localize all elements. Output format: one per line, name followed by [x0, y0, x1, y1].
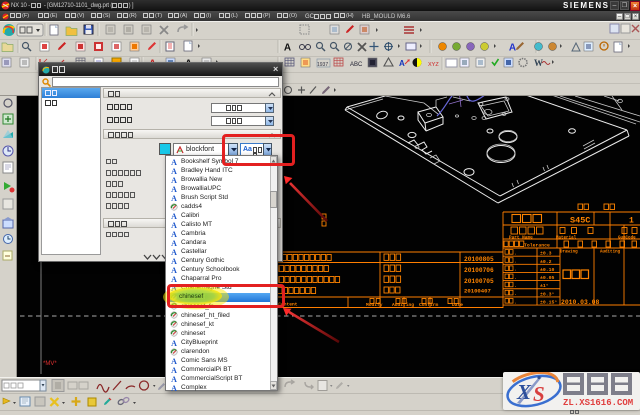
svg-text:X: X [516, 380, 532, 404]
svg-text:S: S [533, 382, 545, 406]
